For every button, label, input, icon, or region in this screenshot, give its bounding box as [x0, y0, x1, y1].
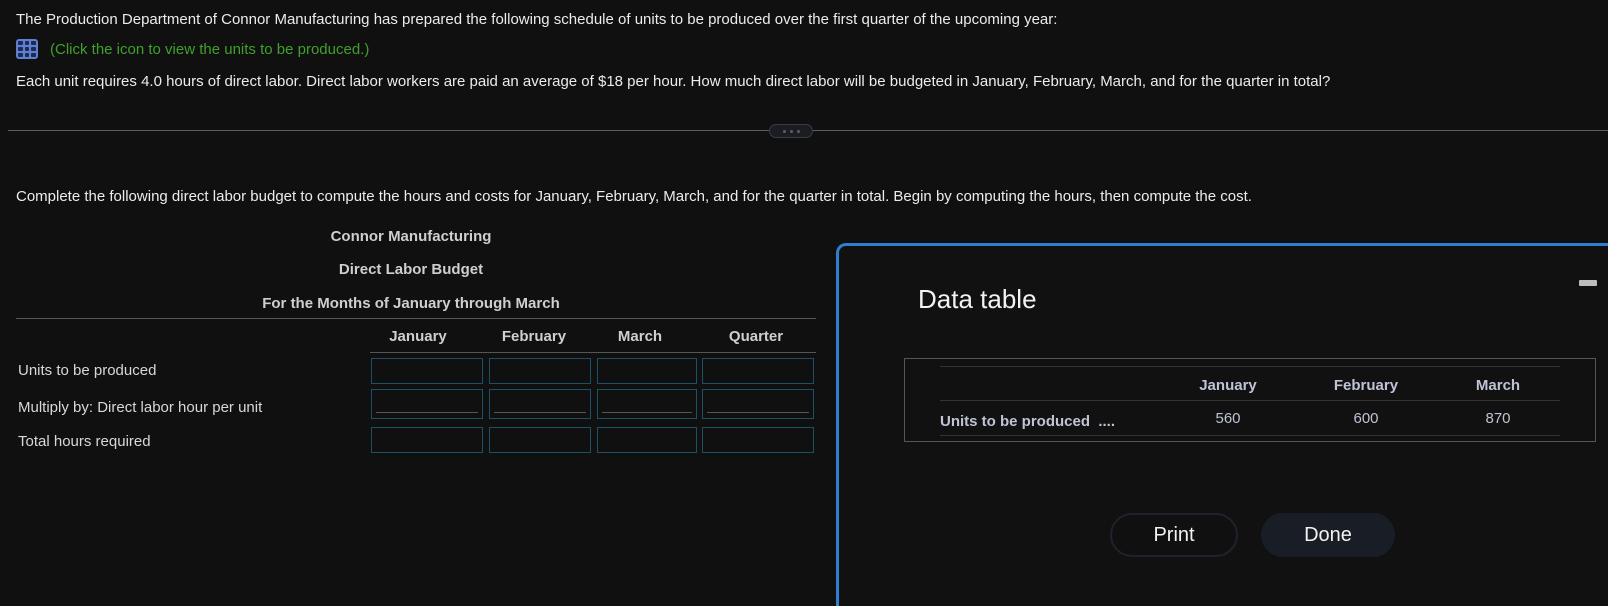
data-col-february: February: [1333, 377, 1399, 394]
col-header-march: March: [617, 328, 663, 345]
input-hours-per-unit-quarter[interactable]: [702, 389, 814, 419]
col-header-quarter: Quarter: [728, 328, 784, 345]
data-row-label: Units to be produced ....: [940, 413, 1115, 430]
print-button[interactable]: Print: [1110, 513, 1238, 557]
row-label-units: Units to be produced: [18, 362, 157, 379]
row-label-hours-per-unit: Multiply by: Direct labor hour per unit: [18, 399, 263, 416]
input-units-march[interactable]: [597, 358, 697, 384]
input-total-hours-february[interactable]: [489, 427, 591, 453]
input-units-february[interactable]: [489, 358, 591, 384]
column-rule: [370, 352, 816, 353]
table-rule: [940, 435, 1560, 436]
input-units-quarter[interactable]: [702, 358, 814, 384]
input-units-january[interactable]: [371, 358, 483, 384]
question-body: Each unit requires 4.0 hours of direct l…: [16, 73, 1331, 90]
budget-title: Direct Labor Budget: [338, 261, 484, 278]
budget-company: Connor Manufacturing: [330, 228, 492, 245]
table-grid-icon[interactable]: [16, 39, 38, 59]
table-rule: [940, 400, 1560, 401]
title-rule: [16, 318, 816, 319]
done-button[interactable]: Done: [1261, 513, 1395, 557]
data-value-february: 600: [1353, 410, 1379, 427]
input-hours-per-unit-march[interactable]: [597, 389, 697, 419]
table-rule: [940, 366, 1560, 367]
input-total-hours-quarter[interactable]: [702, 427, 814, 453]
leader-dots: ....: [1098, 413, 1116, 430]
view-data-link[interactable]: (Click the icon to view the units to be …: [16, 39, 369, 59]
data-col-january: January: [1199, 377, 1257, 394]
input-hours-per-unit-february[interactable]: [489, 389, 591, 419]
input-hours-per-unit-january[interactable]: [371, 389, 483, 419]
row-label-total-hours: Total hours required: [18, 433, 151, 450]
minimize-icon[interactable]: [1579, 280, 1597, 286]
col-header-february: February: [501, 328, 567, 345]
input-total-hours-march[interactable]: [597, 427, 697, 453]
input-total-hours-january[interactable]: [371, 427, 483, 453]
data-value-march: 870: [1485, 410, 1511, 427]
data-row-label-text: Units to be produced: [940, 413, 1090, 430]
instructions: Complete the following direct labor budg…: [16, 188, 1252, 205]
view-data-link-text[interactable]: (Click the icon to view the units to be …: [50, 41, 369, 58]
col-header-january: January: [389, 328, 447, 345]
budget-period: For the Months of January through March: [262, 295, 560, 312]
modal-title: Data table: [918, 284, 1037, 314]
divider-drag-handle[interactable]: [769, 124, 813, 138]
question-intro: The Production Department of Connor Manu…: [16, 11, 1058, 28]
data-col-march: March: [1475, 377, 1521, 394]
data-value-january: 560: [1215, 410, 1241, 427]
